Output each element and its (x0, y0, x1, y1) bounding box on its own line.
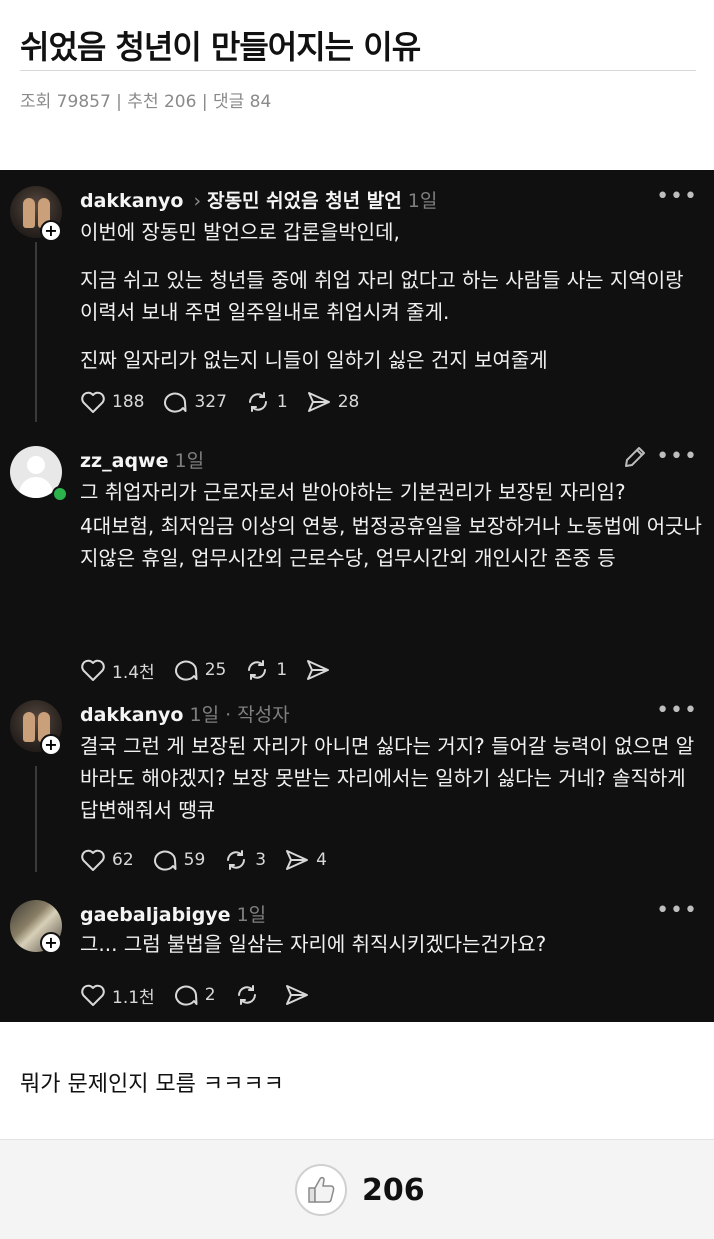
repost-button[interactable] (234, 983, 266, 1007)
heart-icon (81, 984, 105, 1006)
reply-count: 25 (204, 660, 227, 680)
reply-to-title[interactable]: 장동민 쉬었음 청년 발언 (207, 190, 402, 212)
thumbs-up-icon (308, 1176, 335, 1203)
post-body-text: 뭐가 문제인지 모름 ㅋㅋㅋㅋ (20, 1072, 284, 1097)
like-button[interactable]: 62 (80, 848, 134, 872)
like-count: 1.4천 (112, 662, 155, 683)
post-meta: 조회 79857 | 추천 206 | 댓글 84 (20, 92, 272, 112)
comment-text: 지금 쉬고 있는 청년들 중에 취업 자리 없다고 하는 사람들 사는 지역이랑… (80, 268, 684, 324)
repost-icon (248, 392, 267, 412)
comment-icon (153, 850, 177, 871)
repost-button[interactable]: 3 (223, 848, 266, 872)
chevron-right-icon: › (193, 190, 202, 212)
reply-count: 2 (204, 985, 216, 1005)
share-icon (307, 660, 330, 680)
post-title: 쉬었음 청년이 만들어지는 이유 (20, 28, 421, 66)
comment-icon (164, 392, 187, 413)
share-icon (285, 985, 308, 1005)
share-button[interactable]: 28 (306, 390, 360, 414)
like-button[interactable]: 1.1천 (80, 983, 155, 1008)
like-count: 188 (112, 392, 145, 412)
heart-icon (81, 849, 105, 871)
comment-text: 4대보험, 최저임금 이상의 연봉, 법정공휴일을 보장하거나 노동법에 어긋나… (80, 514, 702, 570)
like-count: 1.1천 (112, 987, 155, 1008)
online-status-icon (52, 486, 68, 502)
reply-button[interactable]: 2 (173, 983, 216, 1007)
comment-text: 이번에 장동민 발언으로 갑론을박인데, (80, 220, 400, 244)
reply-count: 327 (194, 392, 227, 412)
comment-text: 그... 그럼 불법을 일삼는 자리에 취직시키겠다는건가요? (80, 932, 547, 956)
share-icon (307, 392, 330, 412)
comment-icon (174, 660, 198, 681)
title-divider (20, 70, 696, 71)
like-button[interactable]: 1.4천 (80, 658, 155, 683)
pencil-icon[interactable] (622, 444, 648, 474)
timestamp: 1일 (236, 904, 267, 926)
share-count: 28 (337, 392, 360, 412)
comment-icon (174, 985, 198, 1006)
repost-button[interactable]: 1 (245, 390, 288, 414)
timestamp: 1일 (407, 190, 438, 212)
recommend-button[interactable] (295, 1164, 347, 1216)
reply-button[interactable]: 25 (173, 658, 227, 682)
repost-icon (227, 850, 246, 870)
repost-icon (237, 985, 256, 1005)
more-icon[interactable]: ••• (656, 184, 698, 209)
comment-thread-image: + dakkanyo › 장동민 쉬었음 청년 발언 1일 ••• 이번에 장동민 발… (0, 170, 714, 1022)
comment-text: 그 취업자리가 근로자로서 받아야하는 기본권리가 보장된 자리임? (80, 480, 626, 504)
like-button[interactable]: 188 (80, 390, 144, 414)
like-count: 62 (112, 850, 134, 870)
recommend-bar: 206 (0, 1139, 714, 1239)
follow-plus-icon[interactable]: + (40, 932, 62, 954)
reply-count: 59 (183, 850, 206, 870)
username[interactable]: gaebaljabigye (80, 904, 231, 926)
username[interactable]: dakkanyo (80, 704, 183, 726)
heart-icon (81, 659, 105, 681)
share-button[interactable] (284, 983, 316, 1007)
repost-count: 1 (276, 392, 288, 412)
more-icon[interactable]: ••• (656, 698, 698, 723)
share-icon (286, 850, 309, 870)
reply-button[interactable]: 327 (162, 390, 227, 414)
repost-button[interactable]: 1 (244, 658, 287, 682)
comment-text: 진짜 일자리가 없는지 니들이 일하기 싫은 건지 보여줄게 (80, 348, 548, 372)
comment-text: 결국 그런 게 보장된 자리가 아니면 싫다는 거지? 들어갈 능력이 없으면 … (80, 734, 695, 822)
username[interactable]: dakkanyo (80, 190, 183, 212)
share-button[interactable] (305, 658, 337, 682)
thread-connector-line (35, 766, 37, 872)
repost-count: 3 (255, 850, 267, 870)
username[interactable]: zz_aqwe (80, 450, 168, 472)
more-icon[interactable]: ••• (656, 444, 698, 469)
more-icon[interactable]: ••• (656, 898, 698, 923)
repost-icon (248, 660, 267, 680)
author-tag: · 작성자 (225, 704, 290, 726)
timestamp: 1일 (174, 450, 205, 472)
share-button[interactable]: 4 (284, 848, 327, 872)
reply-button[interactable]: 59 (152, 848, 206, 872)
recommend-count: 206 (362, 1173, 425, 1208)
thread-connector-line (35, 242, 37, 422)
heart-icon (81, 391, 105, 413)
repost-count: 1 (276, 660, 288, 680)
follow-plus-icon[interactable]: + (40, 734, 62, 756)
follow-plus-icon[interactable]: + (40, 220, 62, 242)
timestamp: 1일 (189, 704, 220, 726)
share-count: 4 (316, 850, 327, 870)
